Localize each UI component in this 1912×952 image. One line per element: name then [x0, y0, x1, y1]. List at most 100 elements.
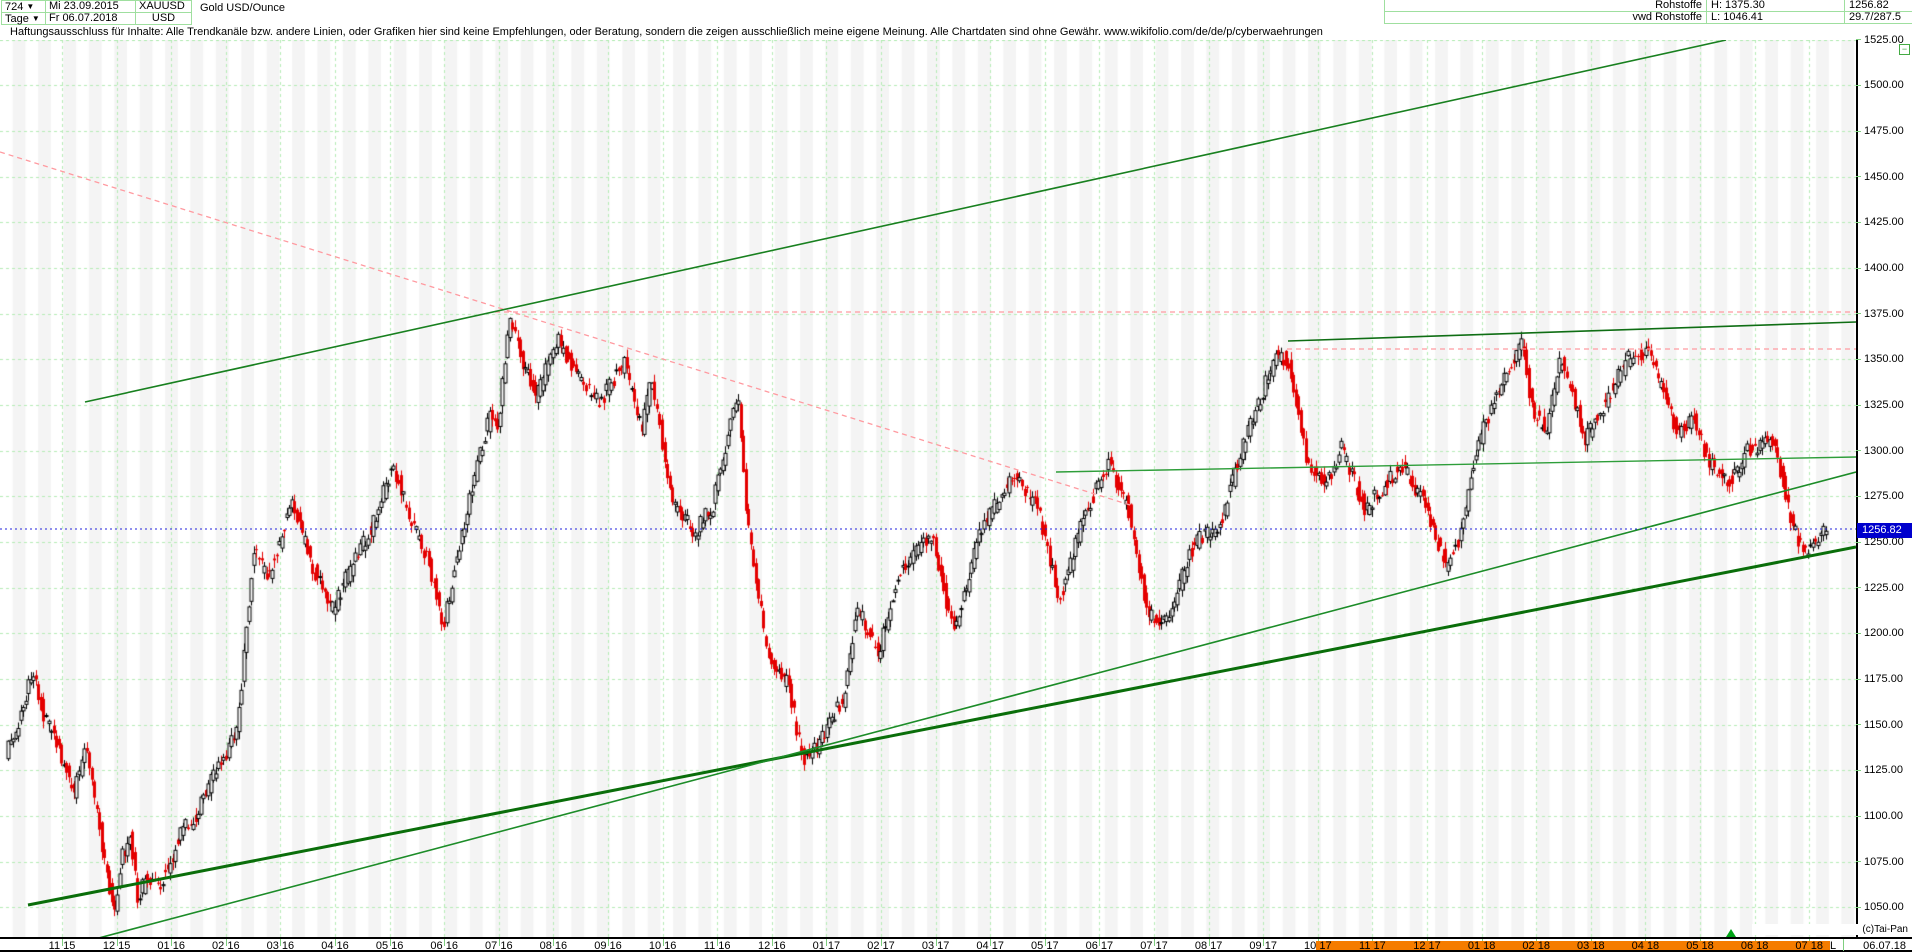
date-axis-label: 12 17	[1413, 940, 1441, 952]
price-axis-label: 1400.00	[1864, 262, 1904, 275]
date-axis-label: 07 18	[1795, 940, 1823, 952]
date-axis-label: 05 17	[1031, 940, 1059, 952]
price-axis-label: 1200.00	[1864, 627, 1904, 640]
date-axis-label: 10 16	[648, 940, 677, 952]
date-to-field[interactable]: Fr 06.07.2018	[46, 13, 136, 25]
date-axis-label: 12 16	[758, 940, 786, 952]
price-axis-label: 1325.00	[1864, 399, 1904, 412]
range-ratio-value: 29.7/287.5	[1844, 12, 1912, 24]
chart-header-table: 724 ▼ Mi 23.09.2015 XAUUSD Tage ▼ Fr 06.…	[1, 0, 192, 25]
chevron-down-icon: ▼	[31, 14, 40, 23]
price-axis-tick	[1856, 861, 1861, 863]
price-axis-label: 1075.00	[1864, 855, 1904, 868]
price-axis-label: 1350.00	[1864, 353, 1904, 366]
date-axis-label: 04 17	[976, 940, 1004, 952]
currency-field: USD	[136, 13, 192, 25]
price-axis-label: 1150.00	[1864, 718, 1903, 731]
quote-info-table: Rohstoffe H: 1375.30 1256.82 vwd Rohstof…	[1384, 0, 1912, 24]
price-axis-tick	[1856, 221, 1861, 223]
price-axis-tick	[1856, 404, 1861, 406]
price-axis-tick	[1856, 724, 1861, 726]
date-axis-label: 03 18	[1577, 940, 1605, 952]
period-dropdown[interactable]: Tage ▼	[2, 13, 46, 25]
price-axis-tick	[1856, 358, 1861, 360]
price-axis-tick	[1856, 632, 1861, 634]
datafeed-label[interactable]: vwd Rohstoffe	[1384, 12, 1706, 24]
price-axis-label: 1250.00	[1864, 536, 1904, 549]
price-axis-tick	[1856, 450, 1861, 452]
date-axis-label: 11 16	[703, 940, 731, 952]
date-axis-label: 02 17	[867, 940, 895, 952]
bar-count-dropdown[interactable]: 724 ▼	[2, 1, 46, 13]
price-axis-label: 1375.00	[1864, 307, 1904, 320]
price-axis-tick	[1856, 906, 1861, 908]
date-axis-label: 01 18	[1467, 940, 1496, 952]
date-axis-label: 12 15	[102, 940, 131, 952]
chart-plot-area	[0, 40, 1856, 939]
date-axis-label: 11 17	[1359, 940, 1386, 952]
price-axis-tick	[1856, 587, 1861, 589]
price-axis-label: 1425.00	[1864, 216, 1904, 229]
date-axis-label: 11 15	[48, 940, 76, 952]
footer-separator	[1843, 939, 1844, 951]
tai-pan-chart-window: 724 ▼ Mi 23.09.2015 XAUUSD Tage ▼ Fr 06.…	[0, 0, 1912, 952]
date-axis-label: 03 16	[266, 940, 295, 952]
instrument-title: Gold USD/Ounce	[200, 2, 285, 14]
date-axis-label: 09 16	[594, 940, 622, 952]
marker-up-triangle-icon[interactable]	[1726, 929, 1736, 937]
price-axis-label: 1175.00	[1864, 673, 1903, 686]
date-axis-label: 01 16	[157, 940, 185, 952]
price-axis-label: 1500.00	[1864, 79, 1904, 92]
date-axis-label: 07 17	[1140, 940, 1168, 952]
price-axis-tick	[1856, 769, 1861, 771]
low-marker-label: L	[1830, 940, 1837, 952]
price-axis-tick	[1856, 541, 1861, 543]
period-value: Tage	[5, 13, 29, 25]
price-axis-label: 1275.00	[1864, 490, 1904, 503]
price-axis-tick	[1856, 84, 1861, 86]
price-axis-tick	[1856, 495, 1861, 497]
date-axis-label: 02 18	[1522, 940, 1550, 952]
date-axis-label: 04 16	[321, 940, 349, 952]
date-axis-label: 08 16	[539, 940, 568, 952]
price-axis-label: 1300.00	[1864, 444, 1904, 457]
date-axis-label: 05 18	[1686, 940, 1714, 952]
date-axis-label: 04 18	[1631, 940, 1660, 952]
date-axis-label: 03 17	[921, 940, 950, 952]
date-axis-label: 07 16	[485, 940, 513, 952]
price-axis-tick	[1856, 678, 1861, 680]
price-axis-label: 1475.00	[1864, 125, 1904, 137]
bar-count-value: 724	[5, 1, 24, 13]
date-axis-label: 08 17	[1194, 940, 1223, 952]
disclaimer-text: Haftungsausschluss für Inhalte: Alle Tre…	[10, 26, 1323, 38]
price-axis-tick	[1856, 130, 1861, 132]
last-price-badge: 1256.82	[1857, 522, 1912, 538]
price-axis[interactable]: 1525.00 1500.00 1475.00 1450.00 1425.00 1400.…	[1856, 34, 1912, 939]
date-axis-label: 05 16	[375, 940, 404, 952]
date-axis-label: 06 16	[430, 940, 458, 952]
date-axis[interactable]: 11 15 12 15 01 16 02 16 03 16 04 16 05 16 06 16…	[0, 939, 1912, 952]
price-axis-tick	[1856, 313, 1861, 315]
date-axis-label: 09 17	[1249, 940, 1277, 952]
price-axis-tick	[1856, 39, 1861, 41]
low-value: L: 1046.41	[1706, 12, 1844, 24]
date-axis-label: 01 17	[812, 940, 841, 952]
price-axis-label: 1050.00	[1864, 901, 1904, 914]
price-axis-label: 1525.00	[1864, 33, 1904, 46]
price-axis-label: 1100.00	[1864, 810, 1903, 823]
price-axis-tick	[1856, 267, 1861, 269]
price-axis-label: 1450.00	[1864, 170, 1904, 183]
date-axis-label: 02 16	[212, 940, 240, 952]
last-date-label: 06.07.18	[1863, 940, 1906, 952]
date-axis-label: 06 17	[1085, 940, 1114, 952]
date-axis-label: 06 18	[1740, 940, 1769, 952]
price-axis-label: 1125.00	[1864, 764, 1903, 777]
axis-collapse-icon[interactable]: −	[1899, 44, 1910, 55]
price-axis-tick	[1856, 176, 1861, 178]
price-axis-tick	[1856, 815, 1861, 817]
chevron-down-icon: ▼	[26, 2, 35, 11]
copyright-label: (c)Tai-Pan	[1752, 924, 1908, 935]
date-axis-label: 10 17	[1304, 940, 1332, 952]
price-axis-label: 1225.00	[1864, 581, 1904, 594]
candlestick-chart[interactable]	[0, 40, 1856, 939]
